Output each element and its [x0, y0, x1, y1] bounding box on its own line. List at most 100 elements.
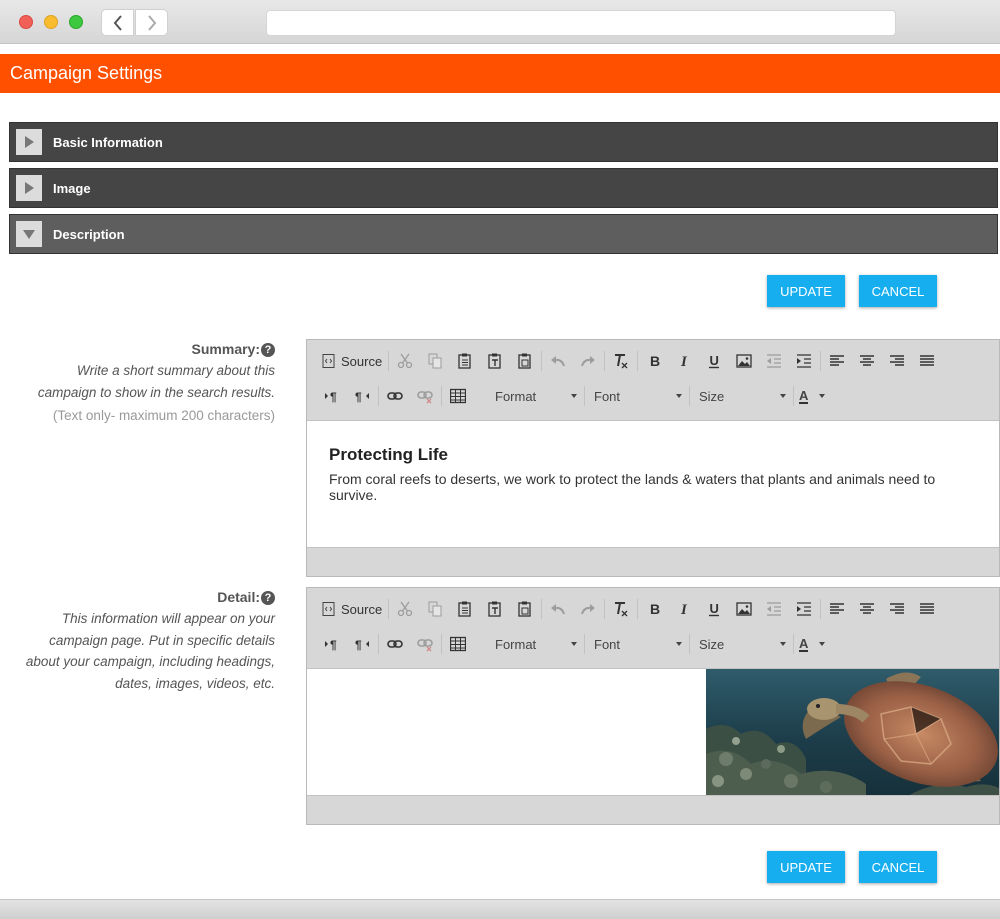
bold-button[interactable]: B [639, 348, 669, 374]
paste-word-button[interactable] [510, 596, 540, 622]
ltr-button[interactable]: ¶ [317, 383, 347, 409]
align-right-button[interactable] [882, 596, 912, 622]
size-dropdown[interactable]: Size [691, 631, 792, 657]
section-image[interactable]: Image [9, 168, 998, 208]
unlink-button[interactable] [410, 383, 440, 409]
font-dropdown[interactable]: Font [586, 631, 688, 657]
redo-button[interactable] [573, 348, 603, 374]
remove-format-button[interactable] [606, 348, 636, 374]
svg-text:¶: ¶ [330, 390, 337, 404]
paste-text-button[interactable] [480, 348, 510, 374]
bold-button[interactable]: B [639, 596, 669, 622]
ltr-button[interactable]: ¶ [317, 631, 347, 657]
italic-button[interactable]: I [669, 596, 699, 622]
align-right-icon [890, 355, 905, 366]
copy-icon [428, 353, 442, 369]
rtl-button[interactable]: ¶ [347, 383, 377, 409]
source-button[interactable]: Source [317, 596, 387, 622]
remove-format-button[interactable] [606, 596, 636, 622]
expand-toggle[interactable] [16, 129, 42, 155]
chevron-down-icon [676, 642, 682, 646]
italic-button[interactable]: I [669, 348, 699, 374]
forward-button[interactable] [135, 9, 168, 36]
address-bar[interactable] [266, 10, 896, 36]
align-left-icon [830, 355, 845, 366]
underline-button[interactable]: U [699, 348, 729, 374]
link-button[interactable] [380, 383, 410, 409]
format-dropdown[interactable]: Format [473, 383, 583, 409]
unlink-button[interactable] [410, 631, 440, 657]
paste-button[interactable] [450, 596, 480, 622]
size-dropdown[interactable]: Size [691, 383, 792, 409]
cancel-button[interactable]: CANCEL [859, 851, 937, 883]
cut-button[interactable] [390, 348, 420, 374]
svg-text:B: B [650, 353, 660, 369]
close-window-button[interactable] [19, 15, 33, 29]
window-bottom-bar [0, 899, 1000, 919]
image-button[interactable] [729, 348, 759, 374]
image-icon [736, 602, 752, 616]
underline-icon: U [709, 601, 720, 617]
maximize-window-button[interactable] [69, 15, 83, 29]
outdent-icon [767, 602, 782, 616]
help-icon[interactable]: ? [261, 343, 275, 357]
underline-icon: U [709, 353, 720, 369]
font-dropdown[interactable]: Font [586, 383, 688, 409]
chevron-down-icon [571, 394, 577, 398]
cut-button[interactable] [390, 596, 420, 622]
table-button[interactable] [443, 383, 473, 409]
outdent-button[interactable] [759, 348, 789, 374]
chevron-right-icon [147, 14, 156, 31]
back-button[interactable] [101, 9, 134, 36]
collapse-toggle[interactable] [16, 221, 42, 247]
image-button[interactable] [729, 596, 759, 622]
paste-text-button[interactable] [480, 596, 510, 622]
link-button[interactable] [380, 631, 410, 657]
align-center-button[interactable] [852, 596, 882, 622]
align-left-button[interactable] [822, 596, 852, 622]
section-description[interactable]: Description [9, 214, 998, 254]
font-label: Font [594, 636, 621, 652]
clear-format-icon [615, 354, 628, 369]
undo-icon [551, 604, 566, 615]
format-dropdown[interactable]: Format [473, 631, 583, 657]
italic-icon: I [680, 602, 688, 617]
copy-button[interactable] [420, 348, 450, 374]
chevron-down-icon [676, 394, 682, 398]
rtl-button[interactable]: ¶ [347, 631, 377, 657]
paste-word-button[interactable] [510, 348, 540, 374]
paste-button[interactable] [450, 348, 480, 374]
size-label: Size [699, 388, 725, 404]
cancel-button[interactable]: CANCEL [859, 275, 937, 307]
source-button[interactable]: Source [317, 348, 387, 374]
detail-editor-content[interactable] [307, 668, 999, 796]
expand-toggle[interactable] [16, 175, 42, 201]
undo-button[interactable] [543, 596, 573, 622]
summary-editor-content[interactable]: Protecting Life From coral reefs to dese… [307, 420, 999, 548]
update-button[interactable]: UPDATE [767, 275, 845, 307]
help-icon[interactable]: ? [261, 591, 275, 605]
underline-button[interactable]: U [699, 596, 729, 622]
align-left-button[interactable] [822, 348, 852, 374]
update-button[interactable]: UPDATE [767, 851, 845, 883]
triangle-right-icon [25, 136, 34, 148]
text-color-button[interactable]: A [795, 631, 829, 657]
indent-button[interactable] [789, 348, 819, 374]
undo-button[interactable] [543, 348, 573, 374]
align-right-button[interactable] [882, 348, 912, 374]
summary-editor: Source B I U ¶ ¶ Format Font Size A Prot… [306, 339, 1000, 577]
minimize-window-button[interactable] [44, 15, 58, 29]
justify-button[interactable] [912, 348, 942, 374]
copy-button[interactable] [420, 596, 450, 622]
table-button[interactable] [443, 631, 473, 657]
source-label: Source [341, 353, 383, 369]
redo-button[interactable] [573, 596, 603, 622]
section-basic-information[interactable]: Basic Information [9, 122, 998, 162]
outdent-button[interactable] [759, 596, 789, 622]
indent-button[interactable] [789, 596, 819, 622]
align-center-button[interactable] [852, 348, 882, 374]
text-color-button[interactable]: A [795, 383, 829, 409]
editor-footer [307, 796, 999, 824]
copy-icon [428, 601, 442, 617]
justify-button[interactable] [912, 596, 942, 622]
